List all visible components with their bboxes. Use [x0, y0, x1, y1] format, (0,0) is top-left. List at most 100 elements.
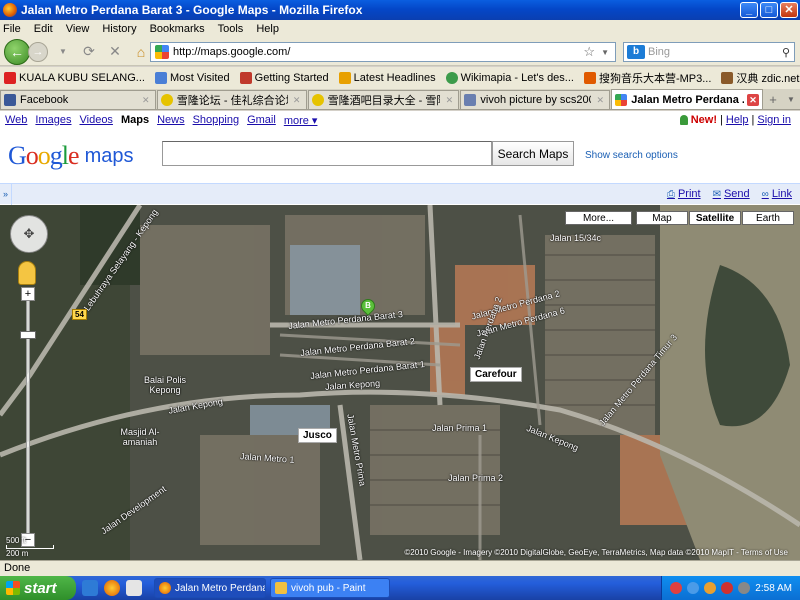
url-dropdown-icon[interactable]: ▼	[601, 48, 609, 57]
bookmark-item[interactable]: 搜狗音乐大本营-MP3...	[583, 70, 711, 86]
bookmark-item[interactable]: Most Visited	[154, 72, 230, 84]
menu-file[interactable]: File	[3, 23, 21, 35]
gbar-shopping[interactable]: Shopping	[193, 114, 240, 126]
menu-bookmarks[interactable]: Bookmarks	[150, 23, 205, 35]
tab-close-icon[interactable]: ✕	[594, 94, 606, 106]
tab-bar-directory[interactable]: 雪隆酒吧目录大全 - 雪隆... ✕	[307, 90, 460, 109]
tab-forum[interactable]: 雪隆论坛 - 佳礼综合论坛... ✕	[156, 90, 307, 109]
mail-icon: ✉	[712, 188, 721, 200]
tray-icon[interactable]	[687, 582, 700, 594]
forward-button[interactable]: →	[28, 41, 48, 62]
collapse-panel-icon[interactable]: »	[0, 183, 12, 205]
tab-vivoh-picture[interactable]: vivoh picture by scs200... ✕	[460, 90, 611, 109]
maptype-earth-button[interactable]: Earth	[742, 211, 794, 225]
tab-google-maps[interactable]: Jalan Metro Perdana ... ✕	[611, 89, 764, 109]
bing-icon[interactable]: b	[627, 45, 645, 59]
help-link[interactable]: Help	[726, 114, 749, 126]
task-paint[interactable]: vivoh pub - Paint	[270, 578, 390, 598]
tray-icon[interactable]	[721, 582, 734, 594]
bookmark-item[interactable]: Getting Started	[239, 72, 329, 84]
ie-quicklaunch-icon[interactable]	[82, 580, 98, 596]
back-button[interactable]: ←	[4, 38, 30, 65]
tab-close-icon[interactable]: ✕	[443, 94, 455, 106]
maptype-satellite-button[interactable]: Satellite	[689, 211, 741, 225]
close-button[interactable]: ✕	[780, 2, 798, 18]
tab-close-icon[interactable]: ✕	[140, 94, 152, 106]
menu-view[interactable]: View	[66, 23, 90, 35]
scale-meters: 200 m	[6, 549, 29, 558]
minimize-button[interactable]: _	[740, 2, 758, 18]
menu-edit[interactable]: Edit	[34, 23, 53, 35]
status-bar: Done	[0, 560, 800, 576]
windows-logo-icon	[6, 581, 20, 595]
bookmark-icon	[4, 72, 16, 84]
pan-control[interactable]: ✥	[10, 215, 48, 253]
gbar-news[interactable]: News	[157, 114, 185, 126]
gbar-right: New! | Help | Sign in	[679, 114, 794, 126]
page-content: Web Images Videos Maps News Shopping Gma…	[0, 111, 800, 560]
bookmark-item[interactable]: KUALA KUBU SELANG...	[4, 72, 145, 84]
gbar-gmail[interactable]: Gmail	[247, 114, 276, 126]
firefox-quicklaunch-icon[interactable]	[104, 580, 120, 596]
rss-icon	[338, 72, 351, 84]
tray-icon[interactable]	[670, 582, 683, 594]
bookmark-icon	[583, 72, 596, 84]
print-link[interactable]: ⎙ Print	[667, 188, 701, 200]
dropdown-arrow-icon[interactable]: ▼	[52, 41, 74, 63]
send-link[interactable]: ✉ Send	[713, 188, 750, 200]
stop-icon[interactable]: ✕	[104, 41, 126, 63]
menu-help[interactable]: Help	[256, 23, 279, 35]
desktop-quicklaunch-icon[interactable]	[126, 580, 142, 596]
zoom-thumb[interactable]	[20, 331, 36, 339]
task-firefox[interactable]: Jalan Metro Perdana ...	[154, 578, 266, 598]
satellite-map[interactable]: Jalan Metro Perdana Barat 3 Jalan Metro …	[0, 205, 800, 560]
google-favicon-icon	[615, 93, 628, 106]
maptype-more-button[interactable]: More...	[565, 211, 632, 225]
bookmark-star-icon[interactable]: ☆	[583, 44, 595, 60]
search-options-link[interactable]: Show search options	[585, 150, 678, 161]
gbar-images[interactable]: Images	[35, 114, 71, 126]
tray-icon[interactable]	[704, 582, 717, 594]
maps-search-input[interactable]	[162, 141, 492, 166]
tab-close-icon[interactable]: ✕	[747, 93, 760, 106]
search-icon[interactable]: ⚲	[782, 46, 790, 59]
menu-history[interactable]: History	[102, 23, 136, 35]
new-tab-icon[interactable]: +	[764, 91, 782, 109]
system-tray: 2:58 AM	[661, 576, 800, 600]
bookmark-icon	[239, 72, 252, 84]
google-logo[interactable]: Google	[8, 141, 80, 171]
tab-favicon-icon	[311, 94, 324, 106]
zoom-slider[interactable]: + −	[20, 287, 36, 547]
menu-tools[interactable]: Tools	[218, 23, 244, 35]
bookmark-item[interactable]: 汉典 zdic.net	[721, 70, 799, 86]
poi-carrefour[interactable]: Carefour	[470, 367, 522, 382]
firefox-icon	[159, 582, 171, 594]
start-button[interactable]: start	[0, 576, 76, 600]
url-bar[interactable]: http://maps.google.com/ ☆ ▼	[150, 42, 616, 62]
tab-facebook[interactable]: Facebook ✕	[0, 90, 156, 109]
gbar-more[interactable]: more ▾	[284, 114, 318, 127]
search-maps-button[interactable]: Search Maps	[492, 141, 574, 166]
pegman-icon[interactable]	[18, 261, 36, 285]
menubar: File Edit View History Bookmarks Tools H…	[0, 20, 800, 38]
tab-list-icon[interactable]: ▼	[782, 91, 800, 109]
tab-close-icon[interactable]: ✕	[291, 94, 303, 106]
reload-icon[interactable]: ⟳	[78, 41, 100, 63]
gbar-web[interactable]: Web	[5, 114, 27, 126]
link-link[interactable]: ∞ Link	[762, 188, 792, 200]
zoom-in-button[interactable]: +	[21, 287, 35, 301]
maximize-button[interactable]: □	[760, 2, 778, 18]
map-scale: 500 ft 200 m	[6, 536, 54, 558]
volume-icon[interactable]	[738, 582, 751, 594]
map-label: Balai Polis Kepong	[143, 375, 187, 395]
gbar-videos[interactable]: Videos	[80, 114, 113, 126]
search-bar[interactable]: b Bing ⚲	[623, 42, 795, 62]
map-copyright[interactable]: ©2010 Google - Imagery ©2010 DigitalGlob…	[404, 548, 788, 557]
bookmark-item[interactable]: Wikimapia - Let's des...	[445, 72, 574, 84]
poi-jusco[interactable]: Jusco	[298, 428, 337, 443]
maptype-map-button[interactable]: Map	[636, 211, 688, 225]
url-text: http://maps.google.com/	[173, 46, 291, 58]
signin-link[interactable]: Sign in	[757, 114, 791, 126]
home-icon[interactable]: ⌂	[130, 41, 152, 63]
bookmark-item[interactable]: Latest Headlines	[338, 72, 436, 84]
